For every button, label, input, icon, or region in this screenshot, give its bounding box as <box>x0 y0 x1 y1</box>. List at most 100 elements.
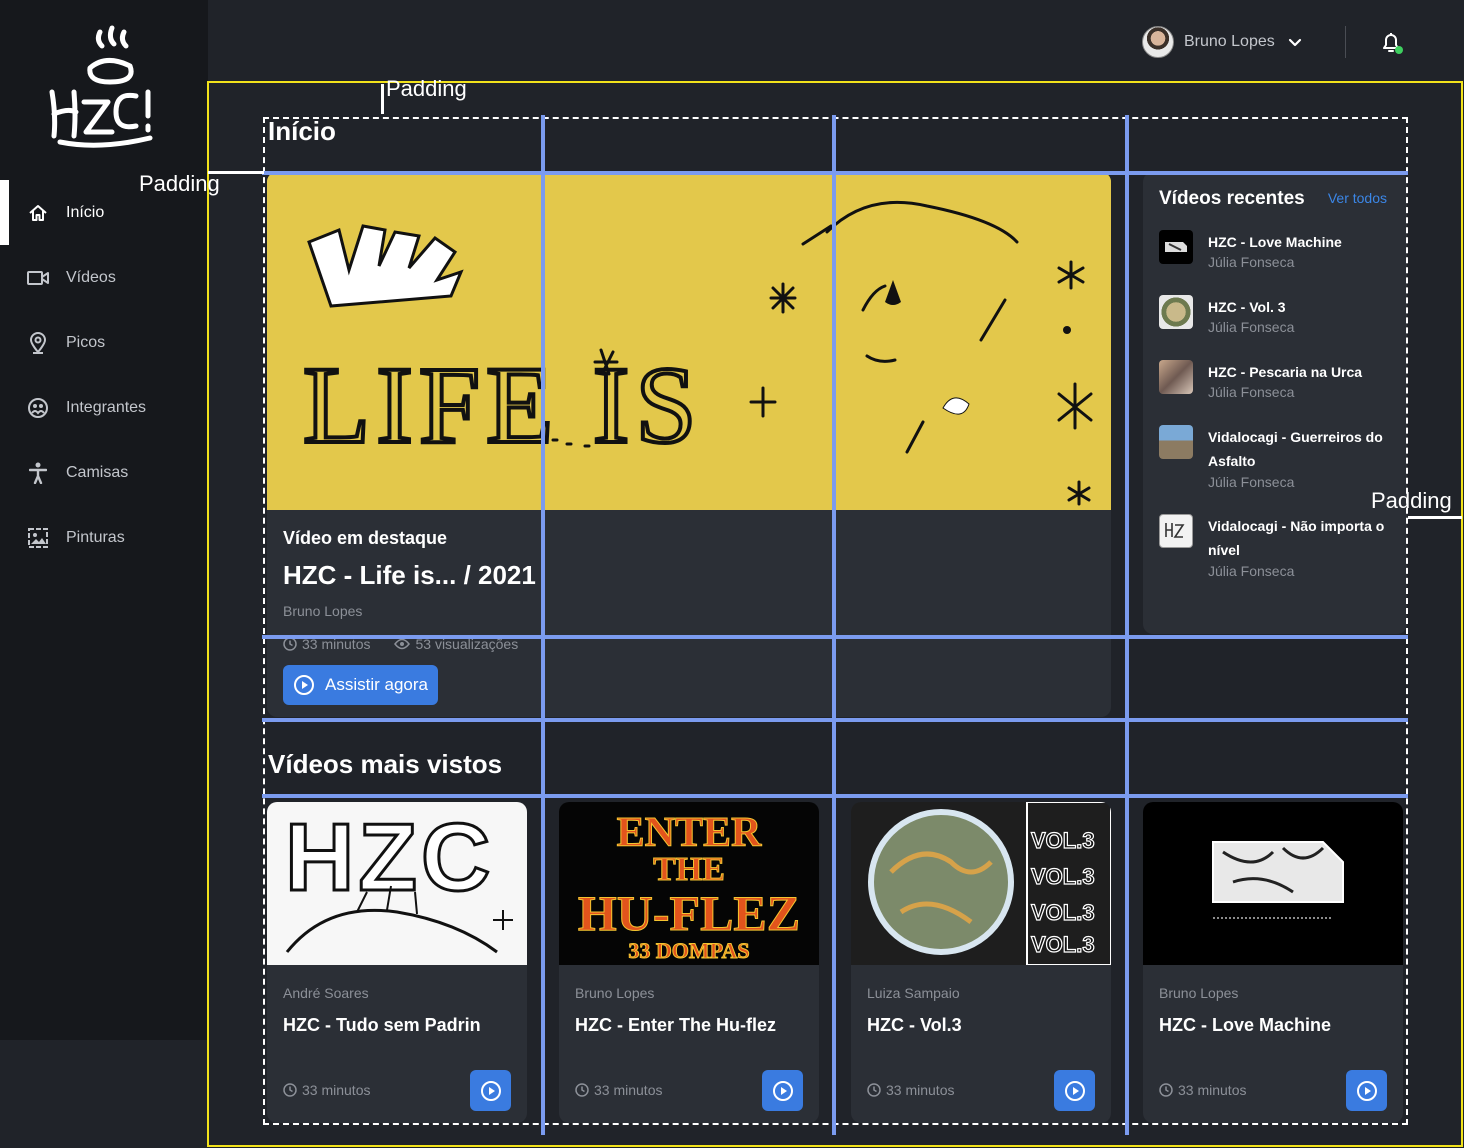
video-title: HZC - Love Machine <box>1159 1015 1332 1035</box>
play-button[interactable] <box>1054 1070 1095 1111</box>
recent-video-title: HZC - Love Machine <box>1208 234 1342 250</box>
recent-video-author: Júlia Fonseca <box>1208 563 1295 579</box>
play-circle-icon <box>772 1080 793 1101</box>
padding-label: Padding <box>139 171 220 196</box>
recent-video-author: Júlia Fonseca <box>1208 384 1295 400</box>
video-camera-icon <box>26 266 50 290</box>
video-duration: 33 minutos <box>575 1082 662 1098</box>
video-author: André Soares <box>283 985 369 1001</box>
sidebar-item-picos[interactable]: Picos <box>0 310 208 375</box>
notification-badge <box>1395 46 1403 54</box>
video-author: Bruno Lopes <box>575 985 655 1001</box>
sidebar-item-label: Vídeos <box>66 268 116 286</box>
video-title: HZC - Enter The Hu-flez <box>575 1015 776 1035</box>
featured-meta: 33 minutos 53 visualizações <box>283 636 542 652</box>
recent-video-item[interactable]: HZC - Love Machine Júlia Fonseca <box>1159 230 1395 280</box>
play-circle-icon <box>1064 1080 1085 1101</box>
grid-row-guide <box>262 794 1408 798</box>
featured-art-text: LIFE IS <box>303 344 703 466</box>
play-circle-icon <box>294 675 314 695</box>
clock-icon <box>283 1083 297 1097</box>
video-duration: 33 minutos <box>867 1082 954 1098</box>
recent-video-author: Júlia Fonseca <box>1208 319 1295 335</box>
featured-views: 53 visualizações <box>415 636 519 652</box>
video-card[interactable]: Bruno Lopes HZC - Love Machine 33 minuto… <box>1143 802 1403 1123</box>
person-icon <box>26 461 50 485</box>
user-menu[interactable]: Bruno Lopes <box>1142 26 1303 58</box>
sidebar-item-integrantes[interactable]: Integrantes <box>0 375 208 440</box>
recent-video-item[interactable]: HZC - Pescaria na Urca Júlia Fonseca <box>1159 360 1395 410</box>
video-title: HZC - Tudo sem Padrin <box>283 1015 481 1035</box>
play-button[interactable] <box>762 1070 803 1111</box>
most-viewed-title: Vídeos mais vistos <box>268 749 503 779</box>
recent-video-thumbnail <box>1159 295 1193 329</box>
video-title: HZC - Vol.3 <box>867 1015 962 1035</box>
grid-column-guide <box>1125 115 1129 1135</box>
header-divider <box>1345 26 1346 58</box>
sidebar-item-pinturas[interactable]: Pinturas <box>0 505 208 570</box>
featured-video-card: LIFE IS Vídeo em destaque HZC - Life is.… <box>267 172 1111 717</box>
sidebar-item-label: Pinturas <box>66 528 125 546</box>
page-title: Início <box>268 116 336 146</box>
thumbnail-text: ENTER <box>617 810 762 856</box>
eye-icon <box>394 638 411 650</box>
thumbnail-text: VOL.3 <box>1031 932 1095 957</box>
recent-videos-panel: Vídeos recentes Ver todos HZC - Love Mac… <box>1143 172 1407 634</box>
sidebar-item-videos[interactable]: Vídeos <box>0 245 208 310</box>
chevron-down-icon <box>1288 38 1301 47</box>
featured-kicker: Vídeo em destaque <box>283 528 448 548</box>
video-thumbnail: HZC <box>267 802 527 965</box>
watch-now-label: Assistir agora <box>325 675 428 694</box>
recent-video-item[interactable]: Vidalocagi - Guerreiros do Asfalto Júlia… <box>1159 425 1395 500</box>
recent-video-title: HZC - Pescaria na Urca <box>1208 364 1363 380</box>
video-author: Luiza Sampaio <box>867 985 960 1001</box>
video-card[interactable]: ENTER THE HU-FLEZ 33 DOMPAS Bruno Lopes … <box>559 802 819 1123</box>
featured-thumbnail[interactable]: LIFE IS <box>267 172 1111 510</box>
grid-row-guide <box>262 718 1408 722</box>
padding-marker <box>1408 516 1462 519</box>
recent-videos-title: Vídeos recentes <box>1159 188 1305 209</box>
thumbnail-text: THE <box>653 851 725 888</box>
featured-author: Bruno Lopes <box>283 603 363 619</box>
video-duration: 33 minutos <box>283 1082 370 1098</box>
video-thumbnail: ENTER THE HU-FLEZ 33 DOMPAS <box>559 802 819 965</box>
user-name: Bruno Lopes <box>1184 33 1275 50</box>
video-card[interactable]: HZC André Soares HZC - Tudo sem Padrin 3… <box>267 802 527 1123</box>
sidebar-nav: Início Vídeos Picos Integrantes Camisas <box>0 180 208 570</box>
sidebar-item-label: Integrantes <box>66 398 147 416</box>
video-duration-label: 33 minutos <box>1178 1082 1247 1098</box>
recent-video-author: Júlia Fonseca <box>1208 254 1295 270</box>
clock-icon <box>867 1083 881 1097</box>
hzc-logo[interactable] <box>40 22 170 152</box>
padding-marker <box>381 84 384 114</box>
play-button[interactable] <box>1346 1070 1387 1111</box>
watch-now-button[interactable]: Assistir agora <box>283 665 438 705</box>
play-button[interactable] <box>470 1070 511 1111</box>
recent-video-thumbnail <box>1159 514 1193 548</box>
thumbnail-text: HU-FLEZ <box>578 885 800 941</box>
clock-icon <box>575 1083 589 1097</box>
thumbnail-text: VOL.3 <box>1031 864 1095 889</box>
users-icon <box>26 396 50 420</box>
see-all-link[interactable]: Ver todos <box>1328 190 1387 206</box>
recent-video-thumbnail <box>1159 230 1193 264</box>
recent-video-thumbnail <box>1159 425 1193 459</box>
video-card[interactable]: VOL.3 VOL.3 VOL.3 VOL.3 Luiza Sampaio HZ… <box>851 802 1111 1123</box>
sidebar-item-label: Início <box>66 203 105 221</box>
padding-label: Padding <box>386 76 467 101</box>
clock-icon <box>1159 1083 1173 1097</box>
recent-video-item[interactable]: HZC - Vol. 3 Júlia Fonseca <box>1159 295 1395 345</box>
map-pin-icon <box>26 331 50 355</box>
video-duration: 33 minutos <box>1159 1082 1246 1098</box>
sidebar-item-camisas[interactable]: Camisas <box>0 440 208 505</box>
recent-video-title: Vidalocagi - Guerreiros do Asfalto <box>1208 429 1383 469</box>
recent-video-title: HZC - Vol. 3 <box>1208 299 1286 315</box>
recent-video-item[interactable]: Vidalocagi - Não importa o nível Júlia F… <box>1159 514 1395 589</box>
image-frame-icon <box>26 526 50 550</box>
play-circle-icon <box>480 1080 501 1101</box>
home-icon <box>26 201 50 225</box>
clock-icon <box>283 637 297 651</box>
sidebar: Início Vídeos Picos Integrantes Camisas <box>0 0 208 1040</box>
recent-video-author: Júlia Fonseca <box>1208 474 1295 490</box>
video-duration-label: 33 minutos <box>302 1082 371 1098</box>
